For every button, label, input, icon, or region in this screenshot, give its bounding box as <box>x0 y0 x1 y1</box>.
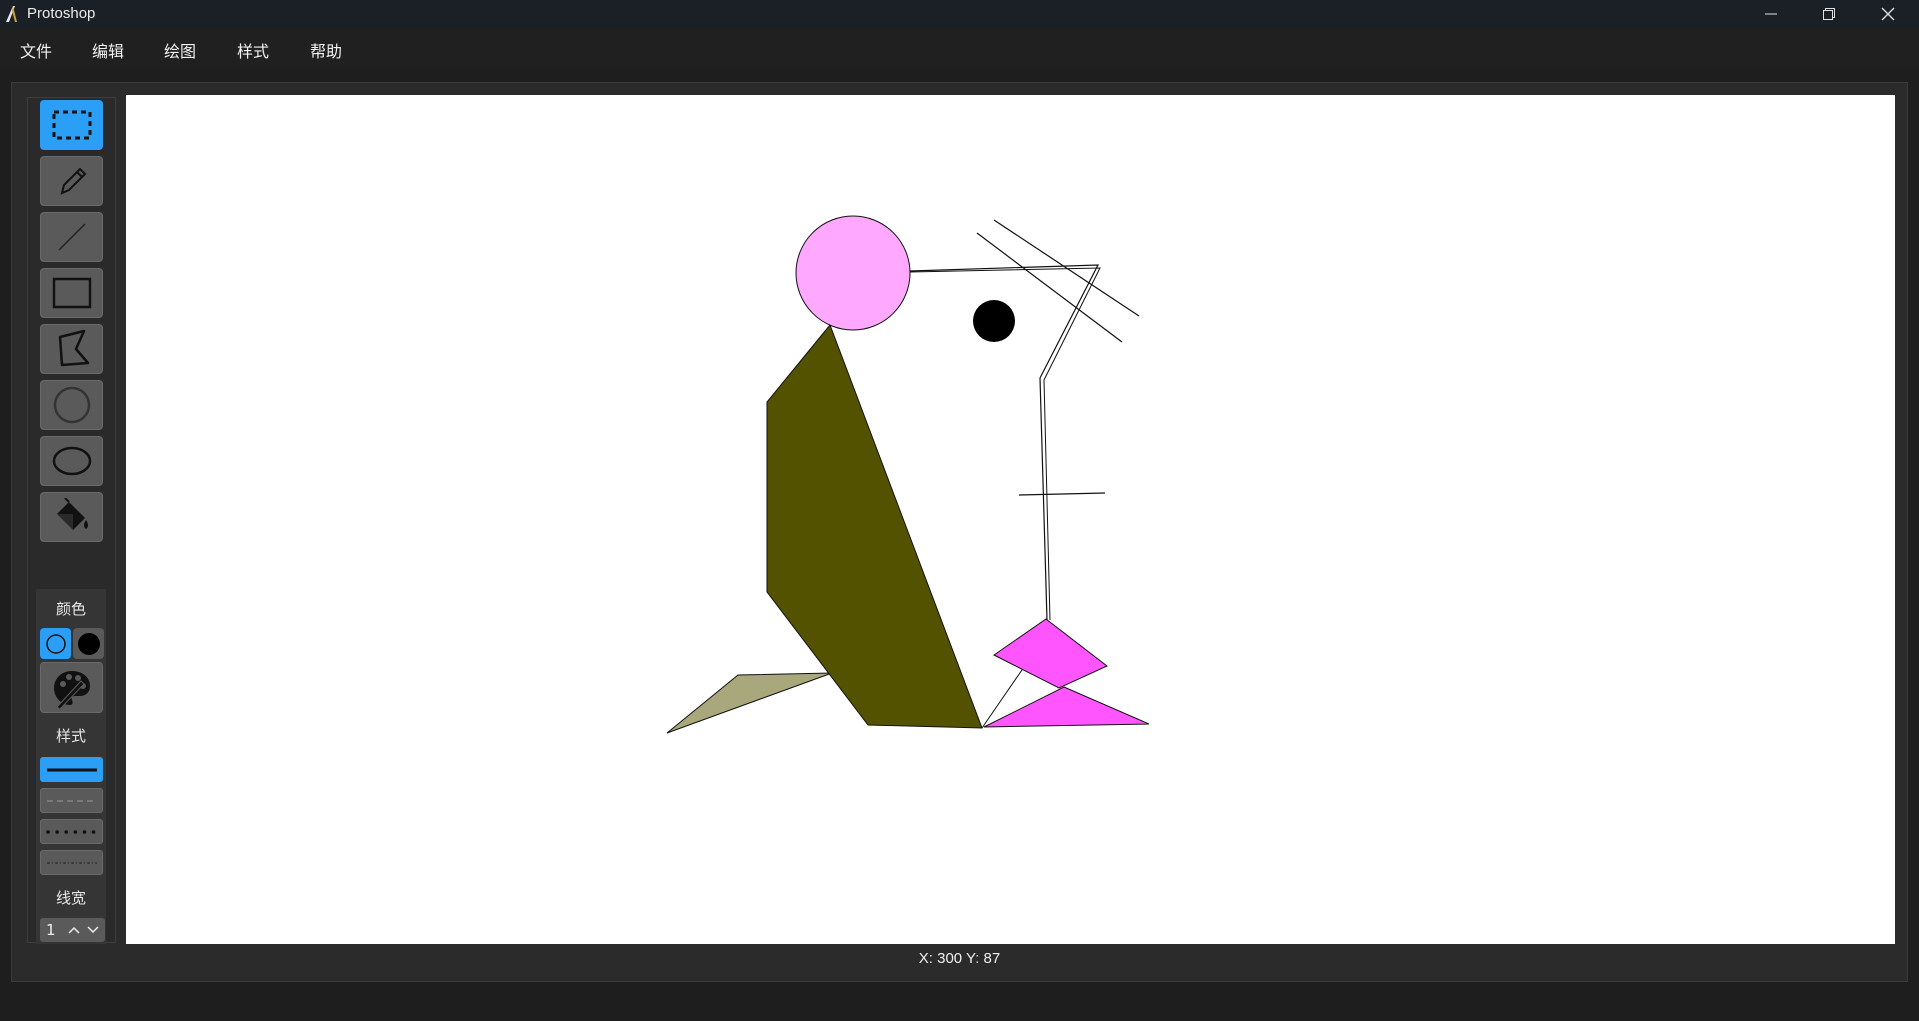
tool-polygon-button[interactable] <box>40 324 103 374</box>
restore-button[interactable] <box>1800 0 1858 28</box>
app-logo-icon <box>6 6 17 22</box>
cross-line[interactable] <box>1018 492 1106 496</box>
fill-color-circle-icon <box>77 632 100 655</box>
chevron-up-icon[interactable] <box>68 925 80 935</box>
style-dashed-button[interactable] <box>40 788 103 813</box>
upper-triangle[interactable] <box>993 618 1108 689</box>
style-dotted-button[interactable] <box>40 819 103 844</box>
polygon-icon <box>58 329 89 367</box>
tool-pencil-button[interactable] <box>40 156 103 206</box>
rectangle-icon <box>52 277 91 309</box>
line-width-spinbox[interactable]: 1 <box>40 918 105 942</box>
close-icon <box>1881 7 1895 21</box>
style-dashdot-button[interactable] <box>40 850 103 875</box>
line-width-label: 线宽 <box>55 889 86 907</box>
menu-edit[interactable]: 编辑 <box>92 38 124 62</box>
tool-circle-button[interactable] <box>40 380 103 430</box>
window-title: Protoshop <box>27 5 96 22</box>
circle-icon <box>53 386 90 424</box>
palette-icon <box>53 670 90 709</box>
eye-circle[interactable] <box>973 300 1015 342</box>
menu-help[interactable]: 帮助 <box>310 38 342 62</box>
style-section-label: 样式 <box>55 727 86 745</box>
dash-dot-line-icon <box>46 861 97 864</box>
minimize-button[interactable] <box>1742 0 1800 28</box>
restore-icon <box>1823 8 1835 20</box>
tool-select-button[interactable] <box>40 100 103 150</box>
dashed-line-icon <box>46 799 97 802</box>
menu-draw[interactable]: 绘图 <box>164 38 196 62</box>
menu-style[interactable]: 样式 <box>237 38 269 62</box>
dotted-line-icon <box>45 829 99 834</box>
menu-file[interactable]: 文件 <box>20 38 52 62</box>
pencil-icon <box>60 167 86 195</box>
ellipse-icon <box>52 446 91 476</box>
fill-color-swatch[interactable] <box>73 628 104 659</box>
tool-fill-button[interactable] <box>40 492 103 542</box>
lower-triangle[interactable] <box>983 686 1150 728</box>
minimize-icon <box>1765 13 1777 15</box>
tool-ellipse-button[interactable] <box>40 436 103 486</box>
line-icon <box>57 223 86 251</box>
style-solid-button[interactable] <box>40 757 103 782</box>
solid-line-icon <box>46 768 97 771</box>
marquee-select-icon <box>52 110 91 140</box>
stroke-color-circle-icon <box>45 633 66 654</box>
tool-line-button[interactable] <box>40 212 103 262</box>
body-shape[interactable] <box>766 324 983 729</box>
drawing-canvas[interactable] <box>126 95 1895 944</box>
color-palette-button[interactable] <box>40 662 103 713</box>
close-button[interactable] <box>1859 0 1917 28</box>
head-circle[interactable] <box>795 215 911 331</box>
stroke-color-swatch[interactable] <box>40 628 71 659</box>
menu-bar: 文件 编辑 绘图 样式 帮助 <box>0 28 1919 68</box>
tail-shape[interactable] <box>666 672 833 734</box>
cursor-coordinates: X: 300 Y: 87 <box>918 950 1001 967</box>
chevron-down-icon[interactable] <box>87 925 99 935</box>
paint-bucket-icon <box>56 498 88 530</box>
color-section-label: 颜色 <box>55 600 86 618</box>
tool-rectangle-button[interactable] <box>40 268 103 318</box>
drawing-surface[interactable] <box>126 95 1895 944</box>
title-bar: Protoshop <box>0 0 1919 28</box>
line-width-value: 1 <box>46 921 56 939</box>
